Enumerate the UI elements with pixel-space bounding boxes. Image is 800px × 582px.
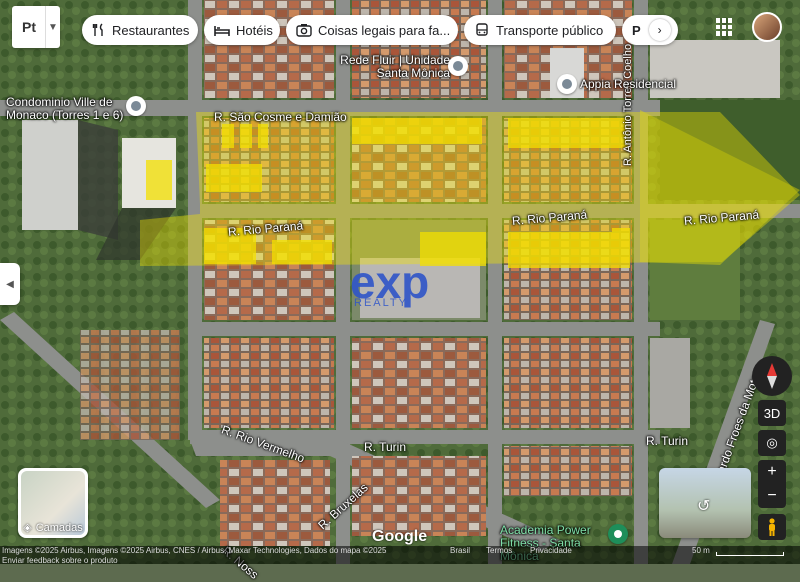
layers-button[interactable]: ◈ Camadas — [18, 468, 88, 538]
street-label: R. Turin — [364, 440, 407, 454]
bus-icon — [474, 22, 490, 38]
street-label: R. São Cosme e Damião — [214, 110, 347, 124]
zoom-in-button[interactable]: + — [758, 460, 786, 484]
avatar[interactable] — [752, 12, 782, 42]
exp-realty-watermark: exp REALTY — [350, 256, 429, 309]
pegman-icon[interactable] — [758, 514, 786, 540]
privacy-link[interactable]: Privacidade — [530, 546, 572, 555]
language-selector[interactable]: Pt ▼ — [12, 6, 60, 48]
parking-icon: P — [632, 22, 641, 38]
attribution-text: Imagens ©2025 Airbus, Imagens ©2025 Airb… — [2, 546, 387, 555]
chip-things-to-do[interactable]: Coisas legais para fa... — [286, 15, 458, 45]
chips-next-button[interactable]: › — [648, 19, 671, 41]
chevron-down-icon[interactable]: ▼ — [45, 6, 60, 48]
poi-pin-icon[interactable] — [448, 56, 468, 76]
chip-label: Coisas legais para fa... — [318, 22, 451, 38]
3d-button[interactable]: 3D — [758, 400, 786, 426]
camera-icon — [296, 22, 312, 38]
rotate-icon: ↺ — [697, 498, 711, 515]
google-logo: Google — [372, 528, 428, 545]
chip-label: Hotéis — [236, 22, 273, 38]
scale-bar — [716, 552, 784, 556]
apps-grid-icon[interactable] — [716, 18, 734, 36]
layers-label: Camadas — [35, 521, 83, 534]
terms-link[interactable]: Termos — [486, 546, 512, 555]
chip-label: Restaurantes — [112, 22, 190, 38]
street-label: R. Antônio Torres Coelho — [622, 43, 634, 166]
my-location-icon[interactable]: ◎ — [758, 430, 786, 456]
watermark-sub: REALTY — [354, 297, 408, 309]
side-panel-toggle[interactable]: ◀ — [0, 263, 20, 305]
layers-icon: ◈ — [23, 522, 32, 534]
chip-label: Transporte público — [496, 22, 604, 38]
poi-pin-icon[interactable] — [557, 74, 577, 94]
street-label: R. Turin — [646, 434, 689, 448]
map-footer: Imagens ©2025 Airbus, Imagens ©2025 Airb… — [0, 546, 800, 565]
poi-label[interactable]: Rede Fluir | Unidade Santa Mônica — [330, 54, 450, 80]
poi-label[interactable]: Appia Residencial — [580, 78, 676, 91]
poi-label[interactable]: Condominio Ville de Monaco (Torres 1 e 6… — [6, 96, 128, 122]
fork-knife-icon — [92, 22, 106, 38]
zoom-out-button[interactable]: − — [758, 484, 786, 508]
chip-parking[interactable]: P › — [622, 15, 678, 45]
compass-icon[interactable] — [752, 356, 792, 396]
language-code: Pt — [22, 19, 36, 35]
chip-public-transport[interactable]: Transporte público — [464, 15, 616, 45]
poi-pin-icon[interactable] — [608, 524, 628, 544]
country-link[interactable]: Brasil — [450, 546, 470, 555]
chip-hotels[interactable]: Hotéis — [204, 15, 280, 45]
street-view-preview[interactable]: ↺ — [659, 468, 751, 538]
chip-restaurants[interactable]: Restaurantes — [82, 15, 198, 45]
scale-label[interactable]: 50 m — [692, 546, 710, 555]
bed-icon — [214, 22, 230, 38]
poi-pin-icon[interactable] — [126, 96, 146, 116]
